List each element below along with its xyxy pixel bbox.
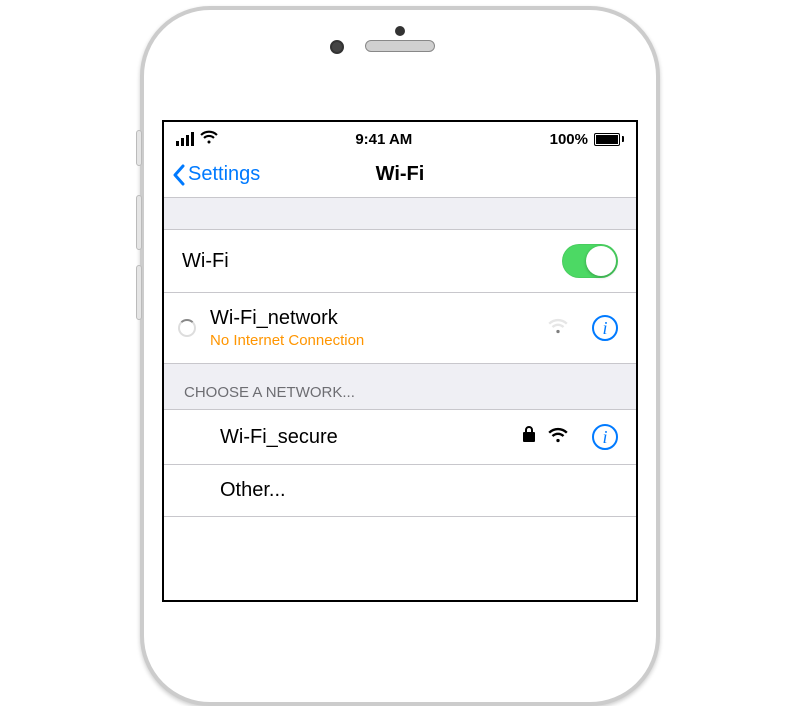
proximity-sensor (395, 26, 405, 36)
screen: 9:41 AM 100% Settings Wi-Fi Wi-Fi (162, 120, 638, 602)
wifi-toggle-row[interactable]: Wi-Fi (164, 230, 636, 293)
clock: 9:41 AM (355, 131, 412, 148)
lock-icon (522, 425, 536, 449)
section-gap (164, 198, 636, 230)
navigation-bar: Settings Wi-Fi (164, 152, 636, 198)
other-network-row[interactable]: Other... (164, 465, 636, 517)
wifi-signal-icon (548, 426, 568, 449)
wifi-toggle-label: Wi-Fi (182, 250, 562, 273)
choose-network-header: CHOOSE A NETWORK... (164, 364, 636, 410)
page-title: Wi-Fi (376, 163, 425, 186)
info-button[interactable]: i (592, 315, 618, 341)
connected-ssid: Wi-Fi_network (210, 307, 548, 330)
back-label: Settings (188, 163, 260, 186)
other-label: Other... (220, 479, 618, 502)
volume-down-button (136, 265, 142, 320)
back-button[interactable]: Settings (172, 163, 260, 186)
wifi-signal-weak-icon (548, 317, 568, 340)
battery-percentage: 100% (550, 131, 588, 148)
status-bar: 9:41 AM 100% (164, 122, 636, 152)
mute-switch (136, 130, 142, 166)
connected-status: No Internet Connection (210, 332, 548, 349)
phone-body: 9:41 AM 100% Settings Wi-Fi Wi-Fi (140, 6, 660, 706)
volume-up-button (136, 195, 142, 250)
wifi-status-icon (200, 130, 218, 148)
wifi-toggle[interactable] (562, 244, 618, 278)
spinner-icon (178, 319, 196, 337)
battery-icon (594, 133, 624, 146)
earpiece-speaker (365, 40, 435, 52)
network-row[interactable]: Wi-Fi_secure i (164, 410, 636, 465)
network-ssid: Wi-Fi_secure (220, 426, 522, 449)
connected-network-row[interactable]: Wi-Fi_network No Internet Connection i (164, 293, 636, 364)
chevron-left-icon (172, 164, 186, 186)
front-camera (330, 40, 344, 54)
info-button[interactable]: i (592, 424, 618, 450)
cellular-signal-icon (176, 132, 194, 146)
